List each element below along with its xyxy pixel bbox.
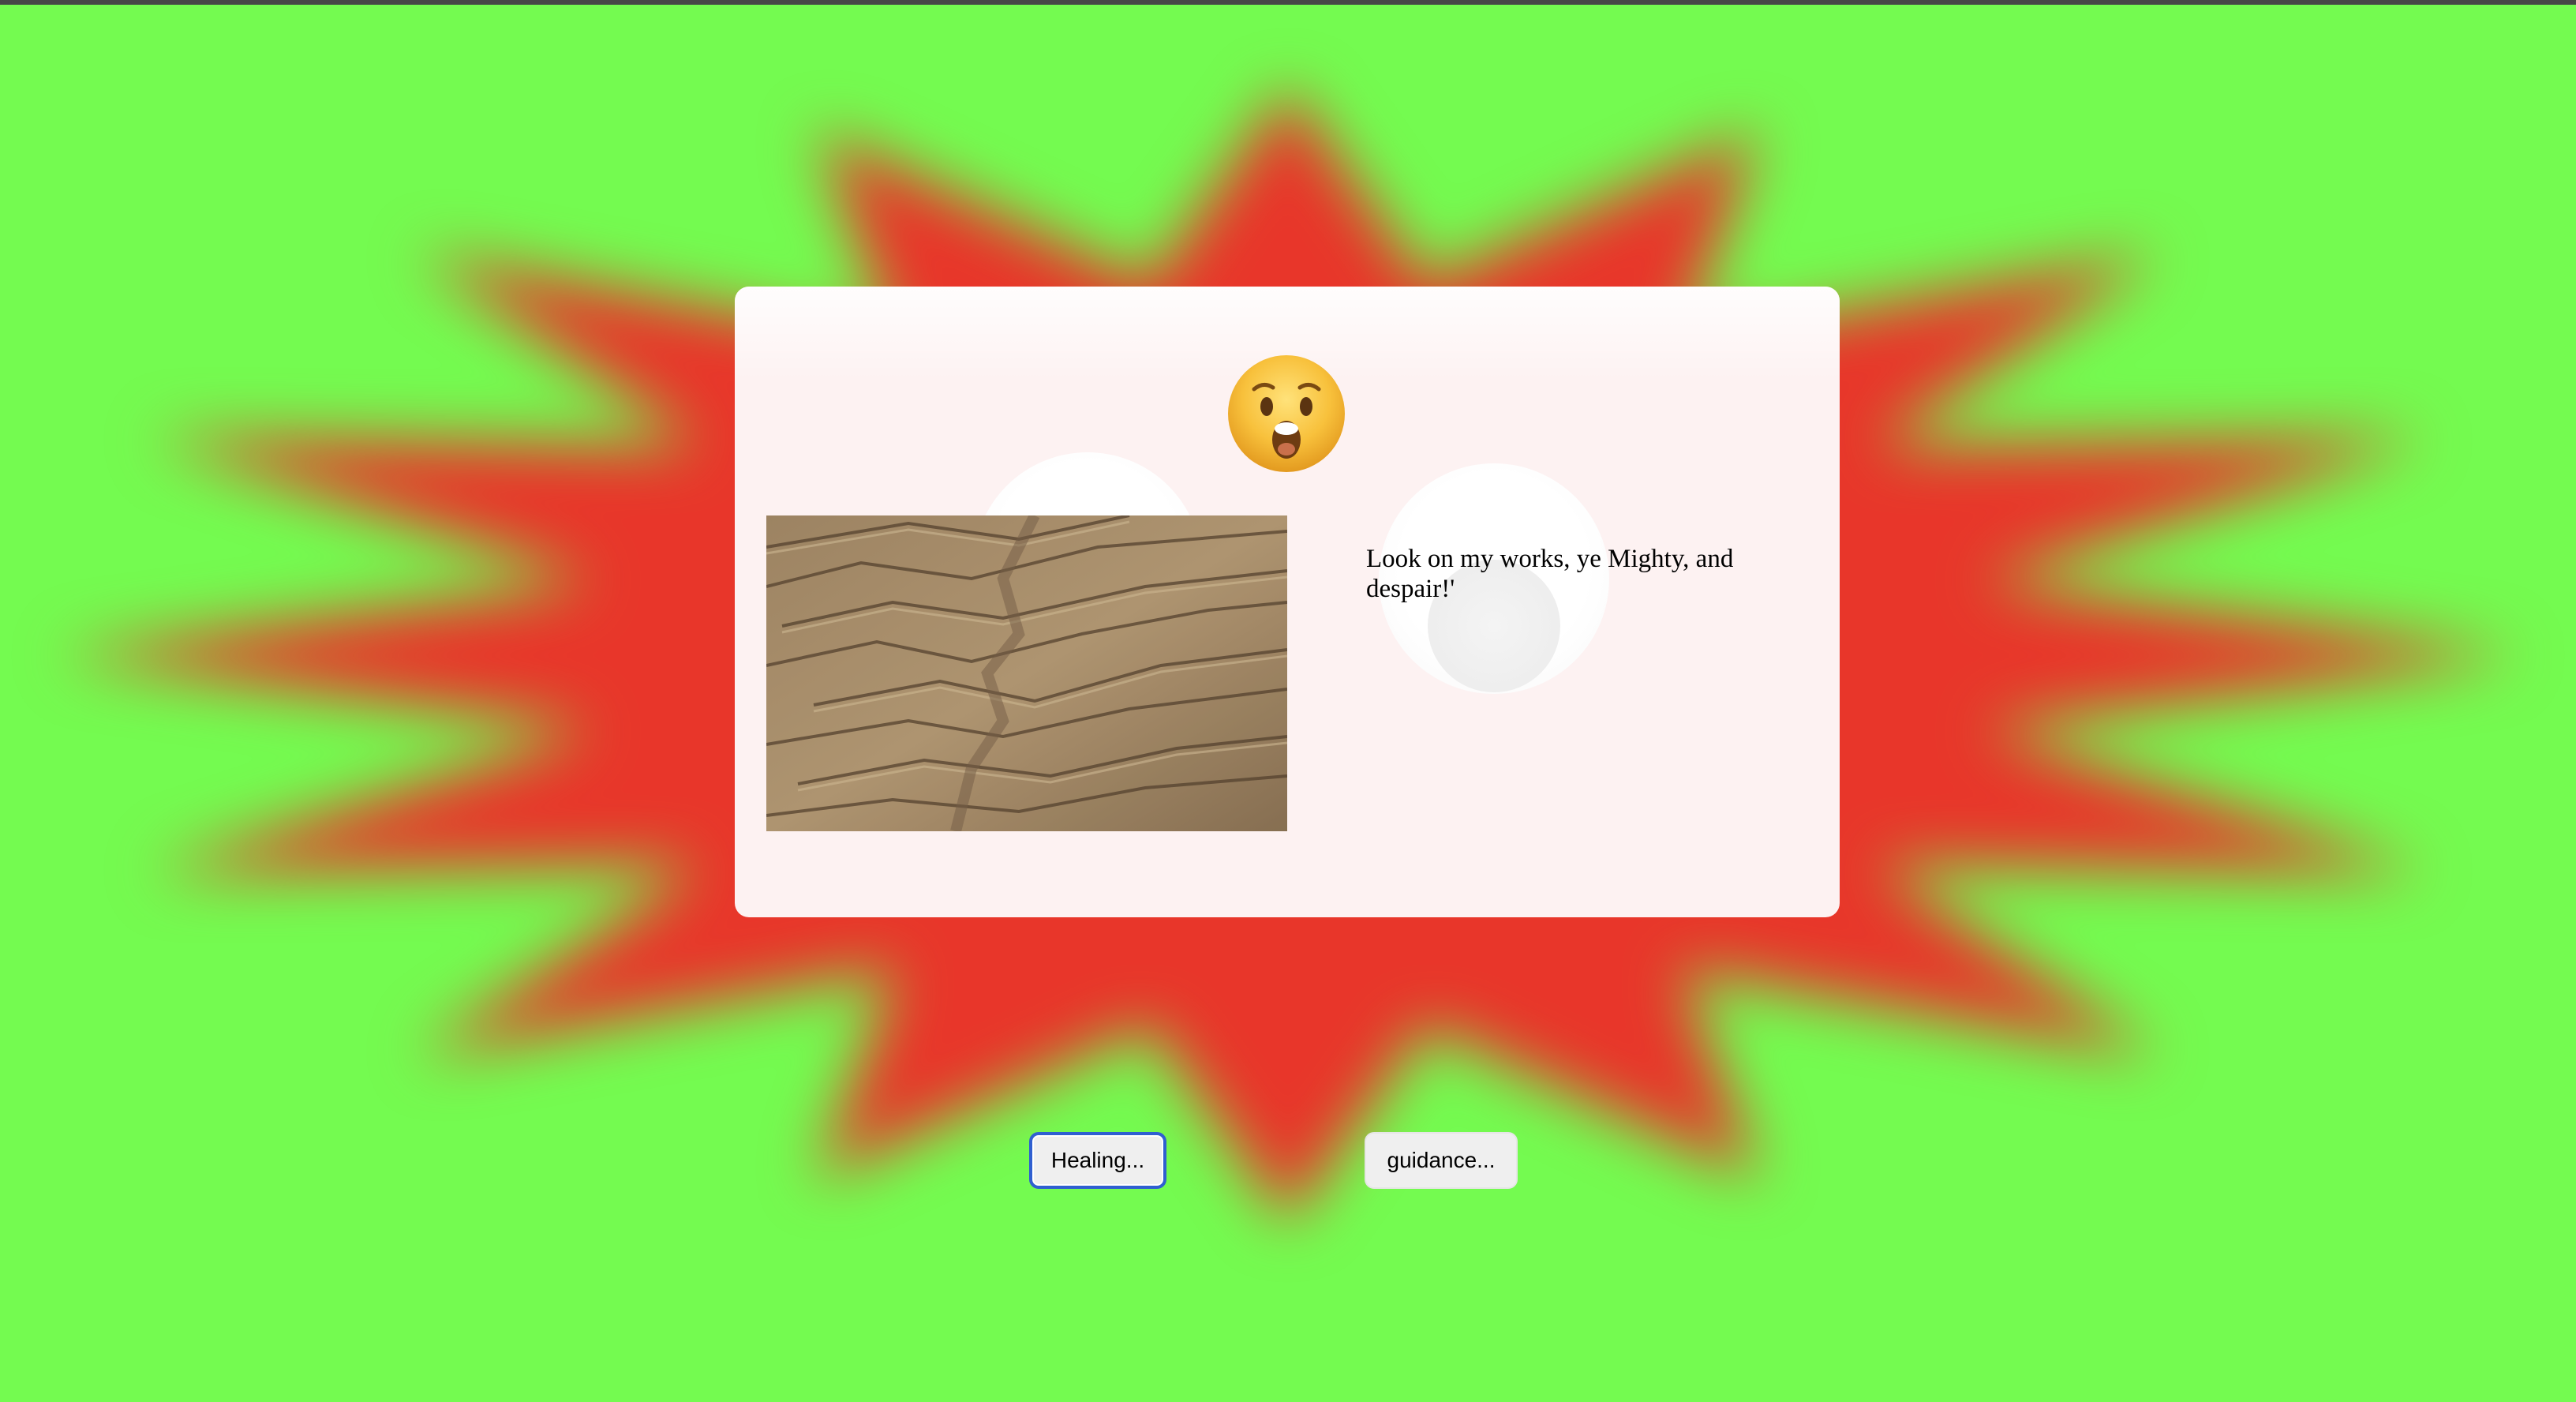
astonished-face-icon [1226,353,1347,474]
guidance-button[interactable]: guidance... [1365,1132,1518,1189]
rock-terrain-photo [766,515,1287,831]
quote-text: Look on my works, ye Mighty, and despair… [1366,545,1734,603]
content-card: Look on my works, ye Mighty, and despair… [735,287,1840,917]
healing-button[interactable]: Healing... [1029,1132,1166,1189]
